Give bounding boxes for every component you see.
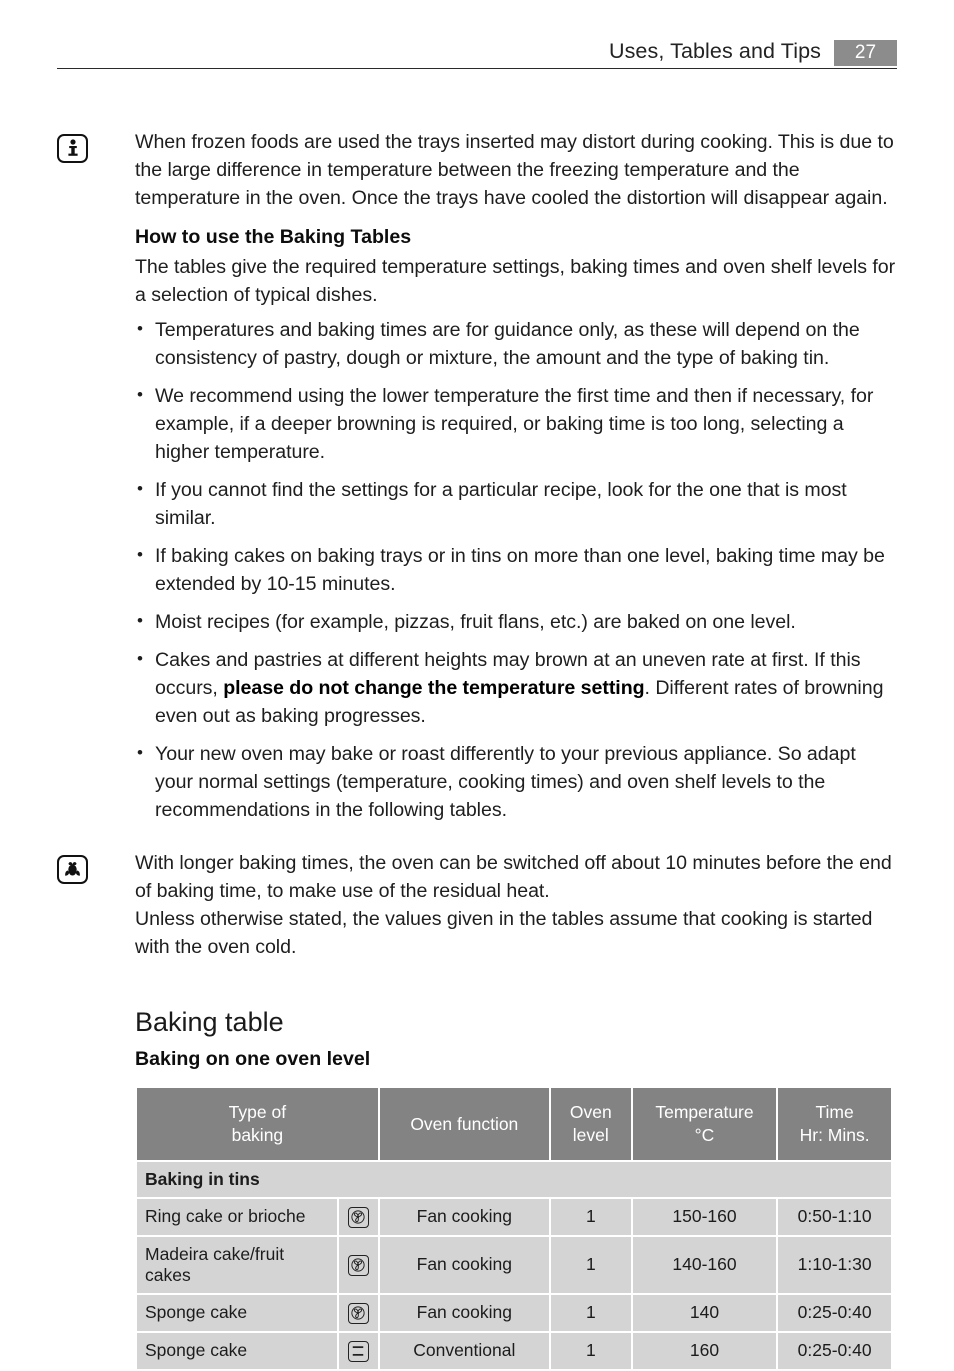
tables-intro-paragraph: The tables give the required temperature…	[135, 256, 896, 306]
fan-cooking-icon	[347, 1302, 369, 1324]
header-temp-line2: °C	[694, 1125, 715, 1145]
header-oven-function: Oven function	[379, 1088, 549, 1160]
cell-level: 1	[550, 1236, 631, 1293]
page-number-badge: 27	[834, 40, 897, 66]
info-note-block: When frozen foods are used the trays ins…	[57, 128, 897, 824]
header-time: Time Hr: Mins.	[778, 1088, 891, 1160]
cell-function: Conventional	[379, 1332, 549, 1369]
cell-time: 0:25-0:40	[778, 1332, 891, 1369]
fan-cooking-icon	[347, 1254, 369, 1276]
cell-level: 1	[550, 1199, 631, 1235]
cell-function-icon	[338, 1294, 378, 1331]
frozen-foods-paragraph: When frozen foods are used the trays ins…	[135, 131, 894, 209]
table-row: Sponge cake Conventional 1 160 0:25-0:40	[137, 1332, 891, 1369]
header-oven-level: Oven level	[550, 1088, 631, 1160]
page-content: When frozen foods are used the trays ins…	[57, 128, 897, 1371]
eco-note-block: With longer baking times, the oven can b…	[57, 849, 897, 961]
header-level-line1: Oven	[569, 1102, 612, 1122]
baking-table: Type of baking Oven function Oven level …	[135, 1086, 893, 1371]
list-item: Temperatures and baking times are for gu…	[135, 315, 897, 372]
info-note-text: When frozen foods are used the trays ins…	[135, 128, 897, 824]
header-temp-line1: Temperature	[655, 1102, 754, 1122]
fan-cooking-icon	[347, 1206, 369, 1228]
cell-type: Sponge cake	[137, 1294, 337, 1331]
bullet-bold: please do not change the temperature set…	[223, 677, 645, 699]
list-item: Cakes and pastries at different heights …	[135, 645, 897, 730]
bullet-pre: Temperatures and baking times are for gu…	[155, 319, 860, 369]
baking-table-heading: Baking table	[135, 1007, 284, 1037]
header-temperature: Temperature °C	[632, 1088, 777, 1160]
guidance-bullet-list: Temperatures and baking times are for gu…	[135, 315, 897, 824]
header-type-of-baking: Type of baking	[137, 1088, 378, 1160]
bullet-pre: Your new oven may bake or roast differen…	[155, 743, 856, 821]
oven-cold-paragraph: Unless otherwise stated, the values give…	[135, 908, 873, 958]
table-row: Madeira cake/fruit cakes Fan cooking 1 1…	[137, 1236, 891, 1293]
cell-type: Sponge cake	[137, 1332, 337, 1369]
list-item: If baking cakes on baking trays or in ti…	[135, 541, 897, 598]
table-header-row: Type of baking Oven function Oven level …	[137, 1088, 891, 1160]
list-item: Your new oven may bake or roast differen…	[135, 739, 897, 824]
cell-time: 1:10-1:30	[778, 1236, 891, 1293]
cell-temperature: 140-160	[632, 1236, 777, 1293]
cell-type: Madeira cake/fruit cakes	[137, 1236, 337, 1293]
table-group-row: Baking in tins	[137, 1162, 891, 1197]
info-icon	[57, 134, 88, 163]
cell-type: Ring cake or brioche	[137, 1199, 337, 1235]
table-row: Ring cake or brioche Fan cooking 1 150-1…	[137, 1199, 891, 1235]
residual-heat-paragraph: With longer baking times, the oven can b…	[135, 852, 892, 902]
how-to-use-subheading: How to use the Baking Tables	[135, 226, 412, 248]
cell-function-icon	[338, 1332, 378, 1369]
cell-function: Fan cooking	[379, 1294, 549, 1331]
eco-note-text: With longer baking times, the oven can b…	[135, 849, 897, 961]
cell-function: Fan cooking	[379, 1199, 549, 1235]
bullet-pre: If baking cakes on baking trays or in ti…	[155, 545, 885, 595]
conventional-icon	[347, 1340, 369, 1362]
group-label-baking-in-tins: Baking in tins	[137, 1162, 891, 1197]
info-icon-gutter	[57, 128, 135, 163]
baking-table-section: Baking table Baking on one oven level Ty…	[57, 1005, 897, 1371]
list-item: We recommend using the lower temperature…	[135, 381, 897, 466]
cell-temperature: 150-160	[632, 1199, 777, 1235]
cell-temperature: 140	[632, 1294, 777, 1331]
cell-time: 0:50-1:10	[778, 1199, 891, 1235]
baking-one-level-subheading: Baking on one oven level	[135, 1048, 371, 1070]
eco-icon-gutter	[57, 849, 135, 884]
cell-temperature: 160	[632, 1332, 777, 1369]
cell-time: 0:25-0:40	[778, 1294, 891, 1331]
list-item: If you cannot find the settings for a pa…	[135, 475, 897, 532]
header-type-line2: baking	[231, 1125, 284, 1145]
flower-icon	[57, 855, 88, 884]
header-time-line2: Hr: Mins.	[799, 1125, 870, 1145]
cell-function: Fan cooking	[379, 1236, 549, 1293]
page-header: Uses, Tables and Tips 27	[57, 33, 897, 69]
cell-function-icon	[338, 1236, 378, 1293]
header-time-line1: Time	[815, 1102, 854, 1122]
header-type-line1: Type of	[228, 1102, 287, 1122]
header-level-line2: level	[572, 1125, 609, 1145]
bullet-pre: Moist recipes (for example, pizzas, frui…	[155, 611, 796, 633]
table-row: Sponge cake Fan cooking 1 140 0:25-0:40	[137, 1294, 891, 1331]
bullet-pre: If you cannot find the settings for a pa…	[155, 479, 847, 529]
page-title: Uses, Tables and Tips	[608, 39, 821, 63]
cell-function-icon	[338, 1199, 378, 1235]
list-item: Moist recipes (for example, pizzas, frui…	[135, 607, 897, 636]
cell-level: 1	[550, 1332, 631, 1369]
bullet-pre: We recommend using the lower temperature…	[155, 385, 874, 463]
cell-level: 1	[550, 1294, 631, 1331]
